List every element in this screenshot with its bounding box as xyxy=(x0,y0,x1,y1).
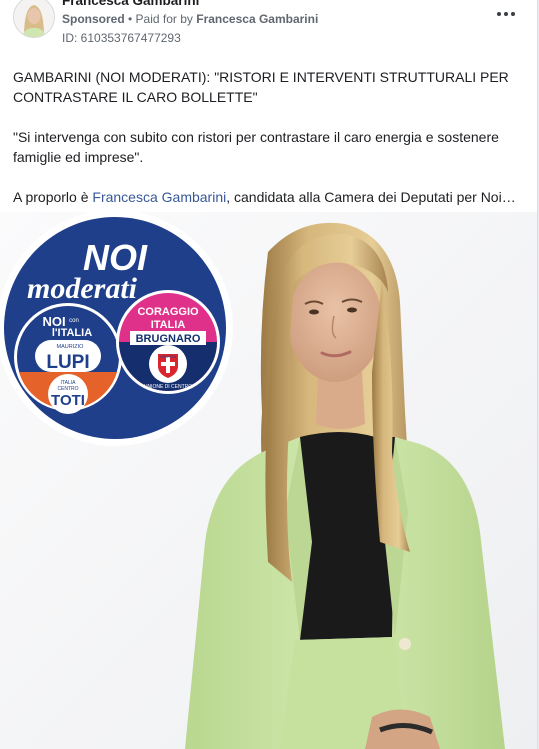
more-dot-icon xyxy=(504,12,508,16)
paid-for-prefix: Paid for by xyxy=(135,12,197,26)
left-sublogo-toti: TOTI xyxy=(51,392,85,409)
candidate-link[interactable]: Francesca Gambarini xyxy=(92,189,226,205)
post-body-suffix: , candidata alla Camera dei Deputati per… xyxy=(226,189,516,205)
avatar-portrait-icon xyxy=(14,0,54,37)
more-dot-icon xyxy=(511,12,515,16)
ad-id: ID: 610353767477293 xyxy=(62,31,181,45)
page-avatar[interactable] xyxy=(13,0,55,38)
post-header: Francesca Gambarini Sponsored • Paid for… xyxy=(0,0,537,52)
right-sublogo-coraggio: CORAGGIO xyxy=(137,306,199,318)
right-sublogo-italia: ITALIA xyxy=(151,319,186,331)
left-sublogo-con: con xyxy=(69,318,79,324)
post-body: A proporlo è Francesca Gambarini, candid… xyxy=(13,187,523,207)
ad-creative-svg: NOI moderati NOI con l'ITALIA MAURIZIO L… xyxy=(0,212,537,749)
more-options-button[interactable] xyxy=(492,4,520,24)
logo-title-line2: moderati xyxy=(27,272,138,305)
page-name[interactable]: Francesca Gambarini xyxy=(62,0,199,8)
paid-for-name: Francesca Gambarini xyxy=(196,12,319,26)
left-sublogo-lupi: LUPI xyxy=(46,352,89,373)
post-quote: "Si intervenga con subito con ristori pe… xyxy=(13,129,499,165)
udc-ring-text: UNIONE DI CENTRO xyxy=(144,384,192,390)
noi-moderati-logo: NOI moderati NOI con l'ITALIA MAURIZIO L… xyxy=(0,212,233,446)
right-sublogo-brugnaro: BRUGNARO xyxy=(136,333,201,345)
left-sublogo-italia: l'ITALIA xyxy=(52,327,92,339)
sponsored-post-card: Francesca Gambarini Sponsored • Paid for… xyxy=(0,0,538,749)
post-headline: GAMBARINI (NOI MODERATI): "RISTORI E INT… xyxy=(13,69,509,105)
sponsored-line: Sponsored • Paid for by Francesca Gambar… xyxy=(62,12,318,26)
post-body-prefix: A proporlo è xyxy=(13,189,93,205)
separator-dot: • xyxy=(124,12,136,26)
post-text: GAMBARINI (NOI MODERATI): "RISTORI E INT… xyxy=(13,67,523,227)
sponsored-label: Sponsored xyxy=(62,12,125,26)
libertas-text: LIBERTAS xyxy=(160,355,177,359)
more-dot-icon xyxy=(497,12,501,16)
coraggio-italia-sublogo: CORAGGIO ITALIA BRUGNARO LIBERTAS UNIONE… xyxy=(116,290,220,394)
ad-creative-image[interactable]: NOI moderati NOI con l'ITALIA MAURIZIO L… xyxy=(0,212,537,749)
left-sublogo-maurizio: MAURIZIO xyxy=(57,344,85,350)
